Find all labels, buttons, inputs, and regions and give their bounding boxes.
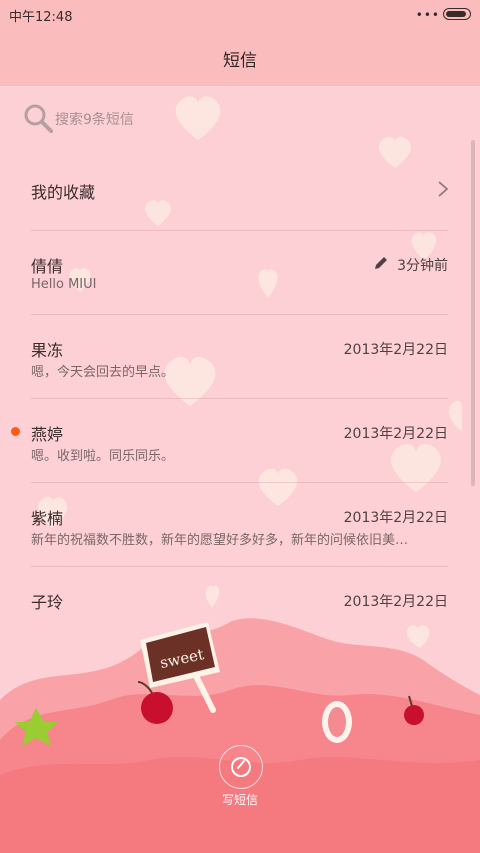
page-title: 短信 bbox=[223, 51, 257, 71]
favorites-label: 我的收藏 bbox=[31, 183, 96, 202]
conversation-item[interactable]: 倩倩 Hello MIUI 3分钟前 bbox=[0, 231, 480, 315]
message-date: 2013年2月22日 bbox=[343, 426, 448, 442]
message-date: 2013年2月22日 bbox=[343, 594, 448, 610]
draft-pencil-icon bbox=[375, 257, 387, 269]
message-preview: 嗯。收到啦。同乐同乐。 bbox=[31, 449, 175, 464]
conversation-item[interactable]: 果冻 嗯，今天会回去的早点。 2013年2月22日 bbox=[0, 315, 480, 399]
compose-circle bbox=[219, 745, 263, 789]
status-bar: 中午12:48 ••• bbox=[0, 0, 480, 28]
battery-icon bbox=[443, 8, 471, 20]
app-header: 短信 bbox=[0, 28, 480, 86]
contact-name: 子玲 bbox=[31, 593, 64, 612]
compose-button[interactable]: 写短信 bbox=[216, 745, 264, 815]
conversation-item[interactable]: 燕婷 嗯。收到啦。同乐同乐。 2013年2月22日 bbox=[0, 399, 480, 483]
message-date: 2013年2月22日 bbox=[343, 342, 448, 358]
compose-label: 写短信 bbox=[221, 793, 258, 807]
contact-name: 燕婷 bbox=[31, 425, 64, 444]
conversation-item[interactable]: 紫楠 新年的祝福数不胜数，新年的愿望好多好多，新年的问候依旧美… 2013年2月… bbox=[0, 483, 480, 567]
contact-name: 倩倩 bbox=[31, 257, 64, 276]
unread-indicator bbox=[11, 427, 20, 436]
message-preview: 嗯，今天会回去的早点。 bbox=[31, 365, 175, 380]
search-bar[interactable]: 搜索9条短信 bbox=[22, 100, 282, 136]
message-preview: Hello MIUI bbox=[31, 277, 97, 292]
compose-icon bbox=[231, 757, 251, 777]
contact-name: 果冻 bbox=[31, 341, 64, 360]
message-preview: 新年的祝福数不胜数，新年的愿望好多好多，新年的问候依旧美… bbox=[31, 533, 409, 548]
message-time: 3分钟前 bbox=[397, 258, 448, 274]
conversation-item[interactable]: 子玲 2013年2月22日 bbox=[0, 567, 480, 617]
search-icon bbox=[24, 104, 53, 133]
chevron-right-icon bbox=[438, 181, 449, 197]
status-time: 中午12:48 bbox=[9, 10, 73, 25]
signal-dots-icon: ••• bbox=[415, 8, 440, 22]
search-placeholder: 搜索9条短信 bbox=[55, 112, 134, 128]
contact-name: 紫楠 bbox=[31, 509, 64, 528]
favorites-row[interactable]: 我的收藏 bbox=[0, 147, 480, 231]
message-date: 2013年2月22日 bbox=[343, 510, 448, 526]
